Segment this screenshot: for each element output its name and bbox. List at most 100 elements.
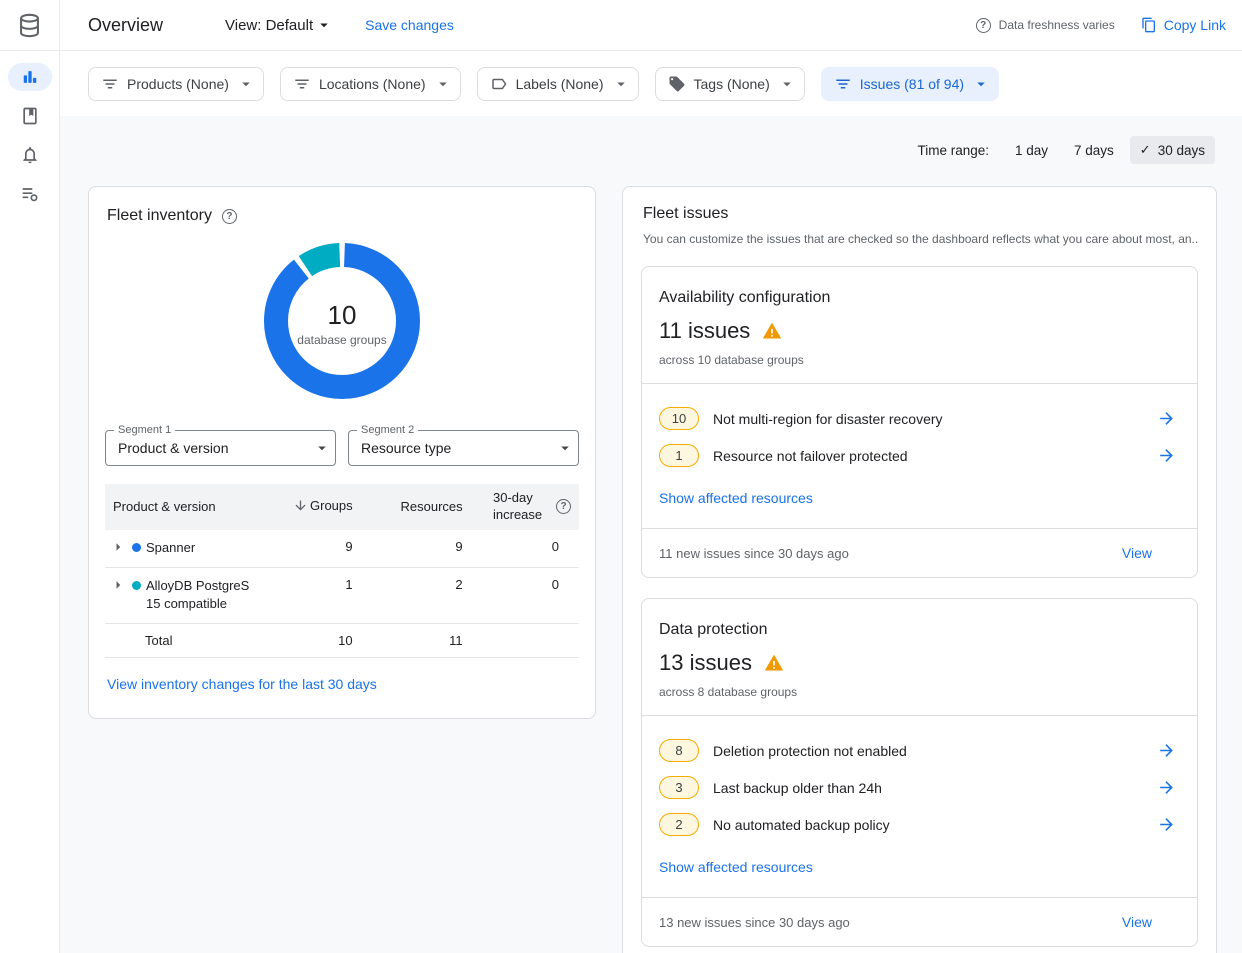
issue-row[interactable]: 8 Deletion protection not enabled (659, 732, 1180, 769)
arrow-forward-icon[interactable] (1157, 409, 1176, 428)
issue-across-text: across 10 database groups (659, 353, 1180, 367)
segment2-select-label: Segment 2 (357, 424, 418, 436)
expand-arrow-icon[interactable] (109, 576, 127, 594)
show-affected-resources-link[interactable]: Show affected resources (659, 859, 813, 875)
sidebar-item-docs[interactable] (8, 102, 52, 130)
show-affected-resources-link[interactable]: Show affected resources (659, 490, 813, 506)
segment1-select[interactable]: Segment 1 Product & version (105, 430, 336, 466)
column-header-increase[interactable]: 30-day increase ? (471, 484, 579, 530)
table-row-alloydb[interactable]: AlloyDB PostgreS 15 compatible 1 2 0 (105, 567, 579, 624)
issue-row[interactable]: 10 Not multi-region for disaster recover… (659, 400, 1180, 437)
help-icon[interactable]: ? (976, 18, 991, 33)
total-increase-value (471, 624, 579, 658)
time-range-30days[interactable]: ✓ 30 days (1130, 136, 1215, 164)
column-header-groups[interactable]: Groups (285, 484, 361, 530)
issue-label: Last backup older than 24h (713, 780, 1143, 796)
segment2-select[interactable]: Segment 2 Resource type (348, 430, 579, 466)
filter-chip-label: Locations (None) (319, 76, 426, 92)
help-icon[interactable]: ? (222, 209, 237, 224)
issue-count: 11 issues (659, 318, 750, 344)
row-product-name: Spanner (146, 539, 195, 558)
row-product-name: AlloyDB PostgreS (146, 578, 249, 593)
database-logo-icon (16, 12, 43, 39)
filter-chip-tags[interactable]: Tags (None) (655, 67, 805, 101)
chevron-down-icon (315, 16, 333, 34)
issue-row[interactable]: 2 No automated backup policy (659, 806, 1180, 843)
time-range-7days[interactable]: 7 days (1064, 137, 1124, 164)
copy-icon (1141, 17, 1157, 33)
issue-count-badge: 1 (659, 444, 699, 467)
row-increase-value: 0 (471, 530, 579, 567)
column-header-resources[interactable]: Resources (361, 484, 471, 530)
fleet-donut-chart: 10 database groups (260, 239, 424, 408)
sidebar-item-notifications[interactable] (8, 141, 52, 169)
top-bar: Overview View: Default Save changes ? Da… (0, 0, 1242, 51)
issue-count-badge: 10 (659, 407, 699, 430)
filter-icon (101, 75, 119, 93)
chevron-down-icon (434, 75, 452, 93)
view-link[interactable]: View (1122, 914, 1180, 930)
segment1-select-label: Segment 1 (114, 424, 175, 436)
data-freshness-text: Data freshness varies (999, 18, 1115, 32)
column-header-product[interactable]: Product & version (105, 484, 285, 530)
view-inventory-changes-link[interactable]: View inventory changes for the last 30 d… (105, 676, 377, 692)
copy-link-button[interactable]: Copy Link (1141, 17, 1226, 33)
expand-arrow-icon[interactable] (109, 538, 127, 556)
row-increase-value: 0 (471, 567, 579, 624)
tag-icon (668, 75, 686, 93)
time-range-1day[interactable]: 1 day (1005, 137, 1058, 164)
dashboard-icon (20, 67, 40, 87)
dashboard-columns: Fleet inventory ? 10 database groups (88, 186, 1217, 953)
chevron-down-icon (612, 75, 630, 93)
chevron-down-icon (778, 75, 796, 93)
time-range-control: Time range: 1 day 7 days ✓ 30 days (88, 136, 1215, 164)
segment-selectors: Segment 1 Product & version Segment 2 Re… (105, 430, 579, 466)
save-changes-link[interactable]: Save changes (365, 17, 454, 33)
arrow-forward-icon[interactable] (1157, 815, 1176, 834)
arrow-forward-icon[interactable] (1157, 778, 1176, 797)
issue-row[interactable]: 3 Last backup older than 24h (659, 769, 1180, 806)
chevron-down-icon (556, 439, 574, 457)
sidebar-item-dashboard[interactable] (8, 63, 52, 91)
app-logo[interactable] (0, 0, 60, 50)
warning-icon (762, 321, 782, 341)
donut-center-label: database groups (297, 333, 386, 347)
filter-chip-locations[interactable]: Locations (None) (280, 67, 461, 101)
view-selector-label: View: Default (225, 17, 313, 34)
issue-count-badge: 2 (659, 813, 699, 836)
table-row-spanner[interactable]: Spanner 9 9 0 (105, 530, 579, 567)
series-dot (132, 543, 141, 552)
list-gear-icon (20, 184, 40, 204)
series-dot (132, 581, 141, 590)
total-resources-value: 11 (361, 624, 471, 658)
book-icon (20, 106, 40, 126)
filter-icon (834, 75, 852, 93)
row-groups-value: 1 (285, 567, 361, 624)
arrow-forward-icon[interactable] (1157, 741, 1176, 760)
filter-chip-label: Products (None) (127, 76, 229, 92)
chevron-down-icon (313, 439, 331, 457)
row-resources-value: 2 (361, 567, 471, 624)
total-groups-value: 10 (285, 624, 361, 658)
app-root: Overview View: Default Save changes ? Da… (0, 0, 1242, 953)
new-issues-text: 13 new issues since 30 days ago (659, 915, 850, 930)
copy-link-label: Copy Link (1164, 17, 1226, 33)
segment1-select-value: Product & version (118, 440, 229, 456)
view-selector[interactable]: View: Default (225, 16, 333, 34)
filter-bar: Products (None) Locations (None) Labels … (60, 51, 1242, 116)
issue-row[interactable]: 1 Resource not failover protected (659, 437, 1180, 474)
filter-chip-issues[interactable]: Issues (81 of 94) (821, 67, 999, 101)
view-link[interactable]: View (1122, 545, 1180, 561)
donut-center-value: 10 (328, 300, 357, 331)
filter-chip-products[interactable]: Products (None) (88, 67, 264, 101)
sidebar-item-settings[interactable] (8, 180, 52, 208)
table-total-row: Total 10 11 (105, 624, 579, 658)
fleet-inventory-title: Fleet inventory (107, 207, 212, 225)
arrow-forward-icon[interactable] (1157, 446, 1176, 465)
warning-icon (764, 653, 784, 673)
issue-label: Deletion protection not enabled (713, 743, 1143, 759)
filter-chip-labels[interactable]: Labels (None) (477, 67, 639, 101)
help-icon[interactable]: ? (556, 499, 571, 514)
fleet-issues-subtitle: You can customize the issues that are ch… (641, 232, 1198, 246)
column-header-increase-label: 30-day increase (493, 490, 549, 524)
